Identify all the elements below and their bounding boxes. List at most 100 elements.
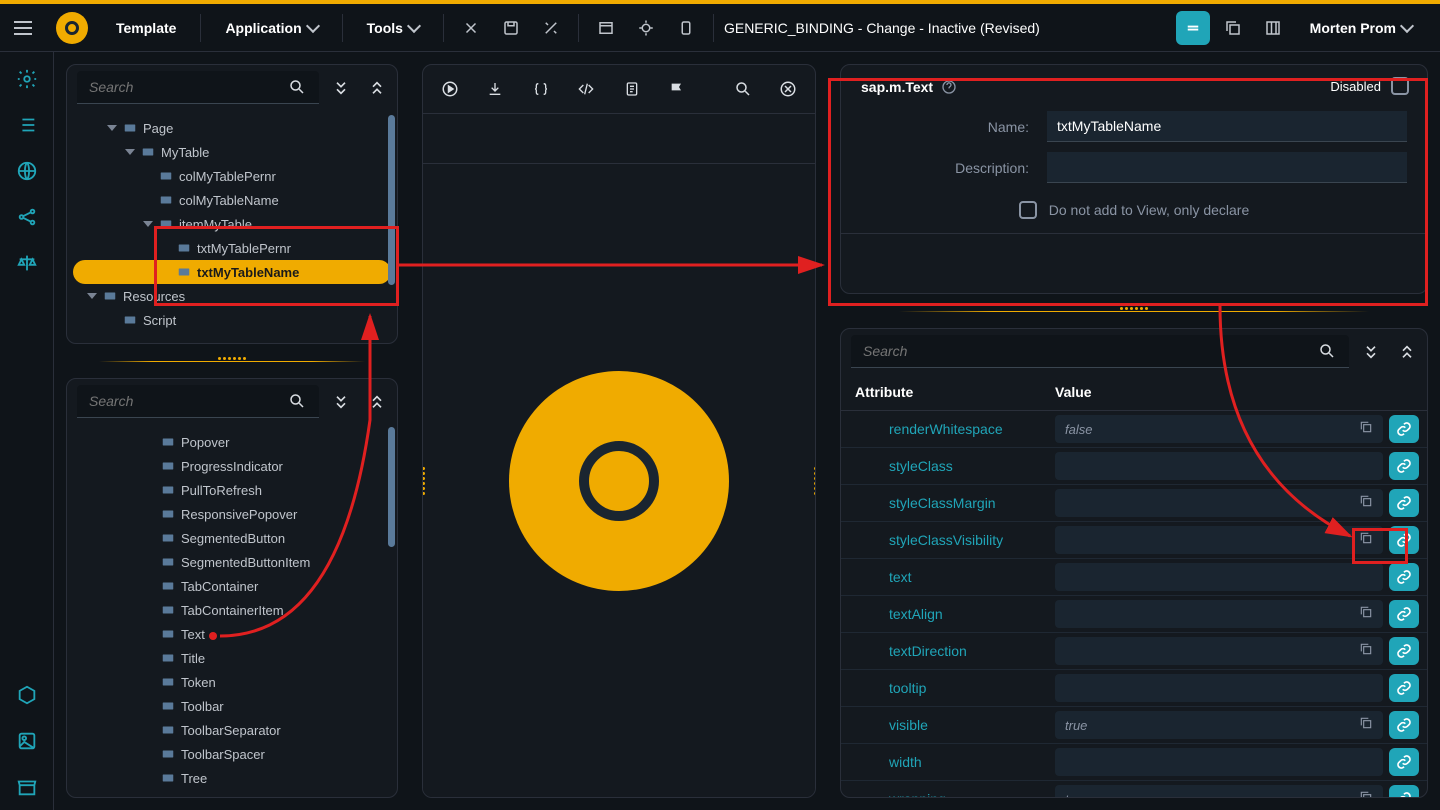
image-icon[interactable] — [16, 730, 38, 752]
attr-value-input[interactable] — [1055, 600, 1383, 628]
hexagon-icon[interactable] — [16, 684, 38, 706]
palette-item[interactable]: ToolbarSeparator — [103, 718, 397, 742]
palette-item[interactable]: Tree — [103, 766, 397, 790]
bind-button[interactable] — [1389, 489, 1419, 517]
nav-tools[interactable]: Tools — [353, 4, 433, 52]
scale-icon[interactable] — [16, 252, 38, 274]
save-icon[interactable] — [494, 11, 528, 45]
tree-item[interactable]: itemMyTable — [67, 212, 397, 236]
search-input[interactable] — [85, 387, 283, 415]
palette-item[interactable]: SegmentedButton — [103, 526, 397, 550]
panel-divider[interactable] — [66, 354, 398, 368]
share-icon[interactable] — [16, 206, 38, 228]
globe-icon[interactable] — [16, 160, 38, 182]
bind-button[interactable] — [1389, 748, 1419, 776]
palette-tree[interactable]: PopoverProgressIndicatorPullToRefreshRes… — [67, 424, 397, 796]
resize-handle-left[interactable] — [422, 467, 428, 495]
menu-icon[interactable] — [14, 14, 42, 42]
layout-icon[interactable] — [1256, 11, 1290, 45]
tree-item[interactable]: txtMyTablePernr — [67, 236, 397, 260]
tree-item[interactable]: txtMyTableName — [73, 260, 391, 284]
search-input[interactable] — [85, 73, 283, 101]
search-icon[interactable] — [1313, 337, 1341, 365]
bind-button[interactable] — [1389, 674, 1419, 702]
palette-search[interactable] — [77, 385, 319, 418]
disabled-toggle[interactable]: Disabled — [1330, 77, 1409, 95]
copy-icon[interactable] — [1359, 642, 1377, 660]
attr-value-input[interactable]: true — [1055, 711, 1383, 739]
copy-icon[interactable] — [1359, 494, 1377, 512]
attr-value-input[interactable] — [1055, 563, 1383, 591]
collapse-all-icon[interactable] — [327, 388, 355, 416]
tree-item[interactable]: Page — [67, 116, 397, 140]
list-icon[interactable] — [16, 114, 38, 136]
name-field[interactable] — [1047, 111, 1407, 142]
palette-item[interactable]: PullToRefresh — [103, 478, 397, 502]
copy-icon[interactable] — [1359, 605, 1377, 623]
bind-button[interactable] — [1389, 637, 1419, 665]
copy-icon[interactable] — [1216, 11, 1250, 45]
description-field[interactable] — [1047, 152, 1407, 183]
palette-item[interactable]: ProgressIndicator — [103, 454, 397, 478]
bug-icon[interactable] — [629, 11, 663, 45]
palette-item[interactable]: Token — [103, 670, 397, 694]
resize-handle-right[interactable] — [810, 467, 816, 495]
link-icon[interactable] — [454, 11, 488, 45]
palette-item[interactable]: ToolbarSpacer — [103, 742, 397, 766]
expand-all-icon[interactable] — [363, 74, 391, 102]
bind-button[interactable] — [1389, 415, 1419, 443]
bind-button[interactable] — [1389, 452, 1419, 480]
gear-icon[interactable] — [16, 68, 38, 90]
attr-value-input[interactable] — [1055, 489, 1383, 517]
scrollbar-thumb[interactable] — [388, 427, 395, 547]
nav-template[interactable]: Template — [102, 4, 190, 52]
expand-all-icon[interactable] — [1393, 338, 1421, 366]
code-icon[interactable] — [574, 75, 600, 103]
attr-value-input[interactable]: true — [1055, 785, 1383, 797]
search-icon[interactable] — [283, 73, 311, 101]
attr-value-input[interactable] — [1055, 637, 1383, 665]
search-icon[interactable] — [730, 75, 756, 103]
checkbox[interactable] — [1019, 201, 1037, 219]
attr-value-input[interactable] — [1055, 674, 1383, 702]
canvas-body[interactable] — [423, 164, 815, 797]
attr-value-input[interactable] — [1055, 748, 1383, 776]
outline-search[interactable] — [77, 71, 319, 104]
bind-button[interactable] — [1389, 785, 1419, 797]
bind-button[interactable] — [1389, 526, 1419, 554]
window-icon[interactable] — [589, 11, 623, 45]
copy-icon[interactable] — [1359, 790, 1377, 797]
palette-item[interactable]: Popover — [103, 430, 397, 454]
tree-item[interactable]: Resources — [67, 284, 397, 308]
braces-icon[interactable] — [528, 75, 554, 103]
tree-item[interactable]: colMyTableName — [67, 188, 397, 212]
document-icon[interactable] — [619, 75, 645, 103]
nav-application[interactable]: Application — [211, 4, 331, 52]
bind-button[interactable] — [1389, 563, 1419, 591]
attr-value-input[interactable] — [1055, 526, 1383, 554]
declare-option[interactable]: Do not add to View, only declare — [861, 201, 1407, 219]
outline-tree[interactable]: PageMyTablecolMyTablePernrcolMyTableName… — [67, 110, 397, 338]
palette-item[interactable]: SegmentedButtonItem — [103, 550, 397, 574]
palette-item[interactable]: TabContainer — [103, 574, 397, 598]
device-icon[interactable] — [669, 11, 703, 45]
palette-item[interactable]: Title — [103, 646, 397, 670]
palette-item[interactable]: TabContainerItem — [103, 598, 397, 622]
checkbox[interactable] — [1391, 77, 1409, 95]
search-input[interactable] — [859, 337, 1313, 365]
attr-search[interactable] — [851, 335, 1349, 368]
attr-value-input[interactable] — [1055, 452, 1383, 480]
tree-item[interactable]: Script — [67, 308, 397, 332]
flag-icon[interactable] — [665, 75, 691, 103]
scrollbar-thumb[interactable] — [388, 115, 395, 285]
search-icon[interactable] — [283, 387, 311, 415]
sync-icon[interactable] — [1176, 11, 1210, 45]
bind-button[interactable] — [1389, 711, 1419, 739]
shop-icon[interactable] — [16, 776, 38, 798]
magic-icon[interactable] — [534, 11, 568, 45]
tree-item[interactable]: colMyTablePernr — [67, 164, 397, 188]
close-icon[interactable] — [776, 75, 802, 103]
collapse-all-icon[interactable] — [327, 74, 355, 102]
panel-divider[interactable] — [840, 304, 1428, 318]
attr-value-input[interactable]: false — [1055, 415, 1383, 443]
